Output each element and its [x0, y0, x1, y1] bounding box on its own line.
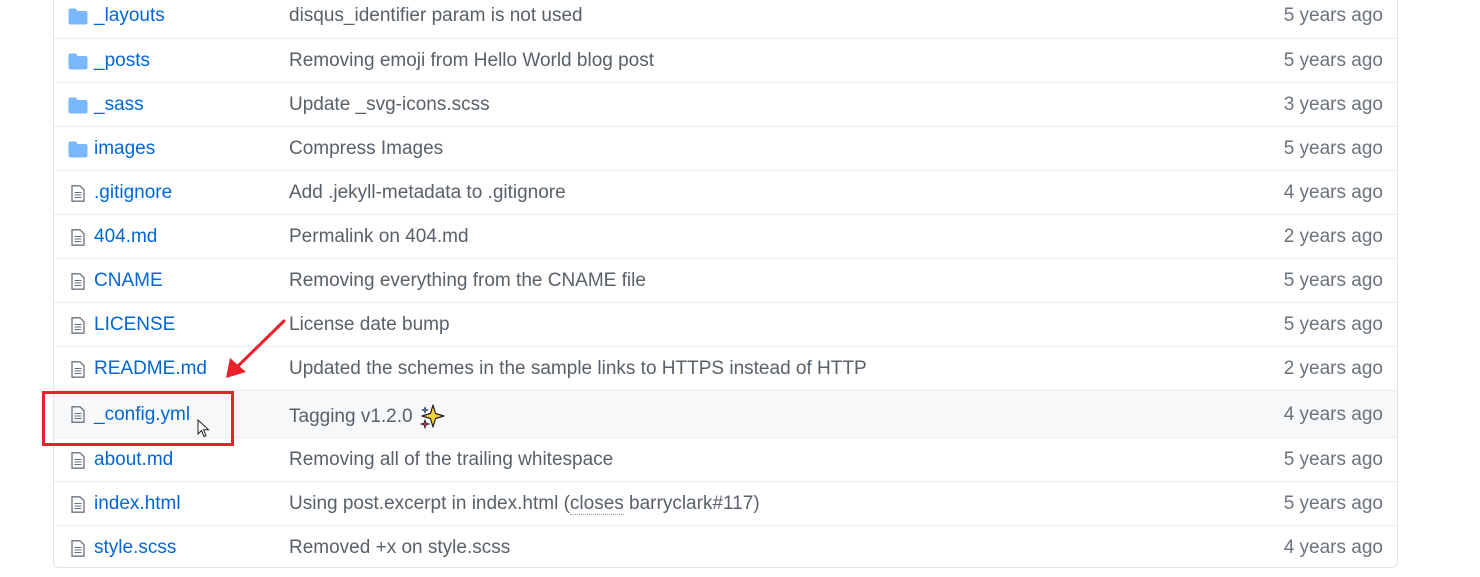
file-row: README.md Updated the schemes in the sam… [54, 346, 1397, 390]
commit-message-link-end[interactable]: ) [753, 493, 759, 514]
file-name-link[interactable]: README.md [94, 358, 207, 380]
commit-message-link[interactable]: Compress Images [289, 138, 443, 160]
file-name-link[interactable]: about.md [94, 449, 173, 471]
file-row: images Compress Images 5 years ago [54, 126, 1397, 170]
commit-age: 5 years ago [1283, 314, 1383, 335]
commit-message-link[interactable]: Update _svg-icons.scss [289, 94, 490, 116]
file-row: CNAME Removing everything from the CNAME… [54, 258, 1397, 302]
file-name-link[interactable]: 404.md [94, 226, 157, 248]
folder-icon [68, 8, 88, 25]
folder-icon [68, 141, 88, 158]
file-list: _layouts disqus_identifier param is not … [53, 0, 1398, 568]
file-row: _layouts disqus_identifier param is not … [54, 0, 1397, 38]
file-name-link[interactable]: index.html [94, 493, 181, 515]
sparkles-icon [419, 404, 445, 430]
file-row: _posts Removing emoji from Hello World b… [54, 38, 1397, 82]
commit-age: 5 years ago [1283, 493, 1383, 514]
file-row: .gitignore Add .jekyll-metadata to .giti… [54, 170, 1397, 214]
commit-age: 2 years ago [1283, 226, 1383, 247]
file-name-link[interactable]: _posts [94, 50, 150, 72]
file-name-link[interactable]: _sass [94, 94, 144, 116]
commit-age: 4 years ago [1283, 182, 1383, 203]
commit-age: 4 years ago [1283, 537, 1383, 558]
file-name-link[interactable]: .gitignore [94, 182, 172, 204]
commit-message-link[interactable]: Removing all of the trailing whitespace [289, 449, 613, 471]
commit-message: Using post.excerpt in index.html (closes… [289, 493, 760, 515]
file-row: style.scss Removed +x on style.scss 4 ye… [54, 525, 1397, 569]
file-icon [71, 496, 85, 513]
file-name-link[interactable]: _layouts [94, 5, 165, 27]
commit-message-link[interactable]: License date bump [289, 314, 450, 336]
commit-message-link[interactable]: Removing everything from the CNAME file [289, 270, 646, 292]
file-row: _sass Update _svg-icons.scss 3 years ago [54, 82, 1397, 126]
file-name-link[interactable]: style.scss [94, 537, 176, 559]
folder-icon [68, 97, 88, 114]
commit-age: 5 years ago [1283, 5, 1383, 26]
closes-keyword: closes [569, 493, 624, 515]
file-icon [71, 406, 85, 423]
commit-message-link[interactable]: Tagging v1.2.0 [289, 404, 445, 430]
file-icon [71, 229, 85, 246]
commit-age: 4 years ago [1283, 404, 1383, 425]
file-icon [71, 273, 85, 290]
file-name-link[interactable]: _config.yml [94, 404, 190, 426]
file-icon [71, 185, 85, 202]
folder-icon [68, 53, 88, 70]
file-row: index.html Using post.excerpt in index.h… [54, 481, 1397, 525]
file-row-highlighted: _config.yml Tagging v1.2.0 4 years ago [54, 390, 1397, 437]
commit-message-link[interactable]: Removing emoji from Hello World blog pos… [289, 50, 654, 72]
file-name-link[interactable]: LICENSE [94, 314, 175, 336]
file-name-link[interactable]: CNAME [94, 270, 163, 292]
file-row: about.md Removing all of the trailing wh… [54, 437, 1397, 481]
commit-message-link[interactable]: Add .jekyll-metadata to .gitignore [289, 182, 566, 204]
file-name-link[interactable]: images [94, 138, 155, 160]
file-row: LICENSE License date bump 5 years ago [54, 302, 1397, 346]
file-icon [71, 540, 85, 557]
mouse-cursor-icon [197, 419, 210, 438]
commit-message-link[interactable]: Removed +x on style.scss [289, 537, 510, 559]
commit-message-link[interactable]: Using post.excerpt in index.html ( [289, 493, 570, 514]
commit-message-link[interactable]: Permalink on 404.md [289, 226, 469, 248]
commit-age: 5 years ago [1283, 270, 1383, 291]
file-row: 404.md Permalink on 404.md 2 years ago [54, 214, 1397, 258]
commit-age: 5 years ago [1283, 449, 1383, 470]
commit-age: 5 years ago [1283, 50, 1383, 71]
commit-age: 3 years ago [1283, 94, 1383, 115]
commit-message-link[interactable]: disqus_identifier param is not used [289, 5, 583, 27]
file-icon [71, 361, 85, 378]
issue-reference-link[interactable]: barryclark#117 [629, 493, 753, 514]
file-icon [71, 317, 85, 334]
commit-message-text: Tagging v1.2.0 [289, 406, 413, 428]
commit-age: 5 years ago [1283, 138, 1383, 159]
commit-age: 2 years ago [1283, 358, 1383, 379]
file-icon [71, 452, 85, 469]
commit-message-link[interactable]: Updated the schemes in the sample links … [289, 358, 867, 380]
